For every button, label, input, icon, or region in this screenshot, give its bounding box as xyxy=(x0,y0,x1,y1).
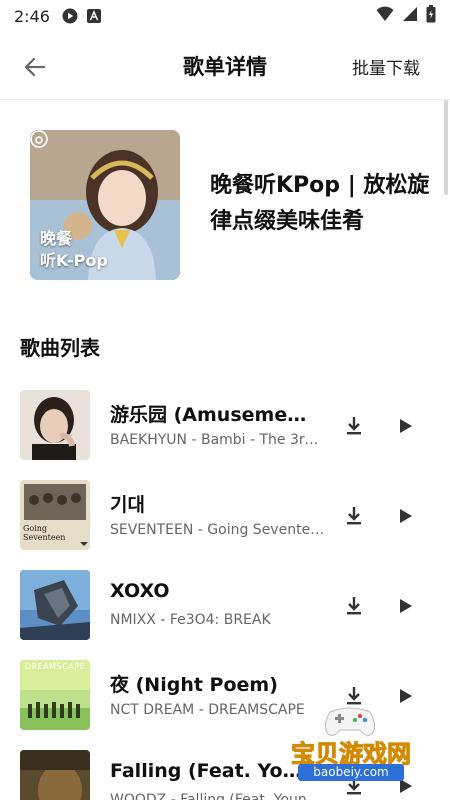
playlist-cover: 晚餐 听K-Pop xyxy=(30,130,180,280)
thumb-text: Going Seventeen xyxy=(23,524,66,542)
song-subtitle: BAEKHYUN - Bambi - The 3rd Mini Album xyxy=(110,432,325,448)
batch-download-button[interactable]: 批量下载 xyxy=(352,54,420,79)
signal-icon xyxy=(402,6,418,26)
song-thumbnail xyxy=(20,570,90,640)
song-row[interactable]: Going Seventeen 기대 SEVENTEEN - Going Sev… xyxy=(0,480,450,570)
song-row[interactable]: 游乐园 (Amusement Park) BAEKHYUN - Bambi - … xyxy=(0,390,450,480)
download-button[interactable] xyxy=(342,594,366,618)
play-icon xyxy=(400,419,412,433)
download-button[interactable] xyxy=(342,504,366,528)
play-circle-icon xyxy=(62,8,78,24)
song-thumbnail: DREAMSCAPE xyxy=(20,660,90,730)
status-right xyxy=(376,5,436,27)
download-icon xyxy=(347,417,361,435)
arrow-left-icon xyxy=(24,57,46,77)
thumb-text: DREAMSCAPE xyxy=(24,662,86,671)
cover-caption: 晚餐 听K-Pop xyxy=(40,228,108,272)
status-bar: 2:46 xyxy=(0,0,450,32)
playlist-title: 晚餐听KPop | 放松旋律点缀美味佳肴 xyxy=(210,173,430,234)
song-title: 游乐园 (Amusement Park) xyxy=(110,404,315,426)
song-subtitle: NMIXX - Fe3O4: BREAK xyxy=(110,612,271,628)
song-title: 夜 (Night Poem) xyxy=(110,674,278,696)
song-thumbnail: Going Seventeen xyxy=(20,480,90,550)
song-row[interactable]: XOXO NMIXX - Fe3O4: BREAK xyxy=(0,570,450,660)
status-time: 2:46 xyxy=(14,6,50,26)
play-button[interactable] xyxy=(394,414,418,438)
gamepad-icon xyxy=(324,707,376,736)
battery-icon xyxy=(426,5,436,27)
play-icon xyxy=(400,599,412,613)
download-icon xyxy=(347,597,361,615)
cover-caption-line1: 晚餐 xyxy=(40,229,73,248)
play-icon xyxy=(400,509,412,523)
song-subtitle: WOODZ - Falling (Feat. Young K) xyxy=(110,792,325,800)
play-button[interactable] xyxy=(394,504,418,528)
song-title: XOXO xyxy=(110,580,170,602)
song-title: 기대 xyxy=(110,494,145,516)
section-title: 歌曲列表 xyxy=(20,336,100,360)
song-thumbnail xyxy=(20,390,90,460)
netease-logo-icon xyxy=(30,130,48,148)
song-subtitle: SEVENTEEN - Going Seventeen xyxy=(110,522,325,538)
download-button[interactable] xyxy=(342,414,366,438)
watermark: 宝贝游戏网 baobeiy.com xyxy=(276,700,426,790)
play-button[interactable] xyxy=(394,594,418,618)
cover-caption-line2: 听K-Pop xyxy=(40,251,108,270)
app-header: 歌单详情 批量下载 xyxy=(0,32,450,100)
wifi-icon xyxy=(376,6,394,26)
song-thumbnail xyxy=(20,750,90,800)
font-a-icon xyxy=(86,8,102,24)
download-icon xyxy=(347,507,361,525)
watermark-url: baobeiy.com xyxy=(298,764,404,781)
back-button[interactable] xyxy=(18,50,52,84)
scrollbar[interactable] xyxy=(444,100,448,195)
